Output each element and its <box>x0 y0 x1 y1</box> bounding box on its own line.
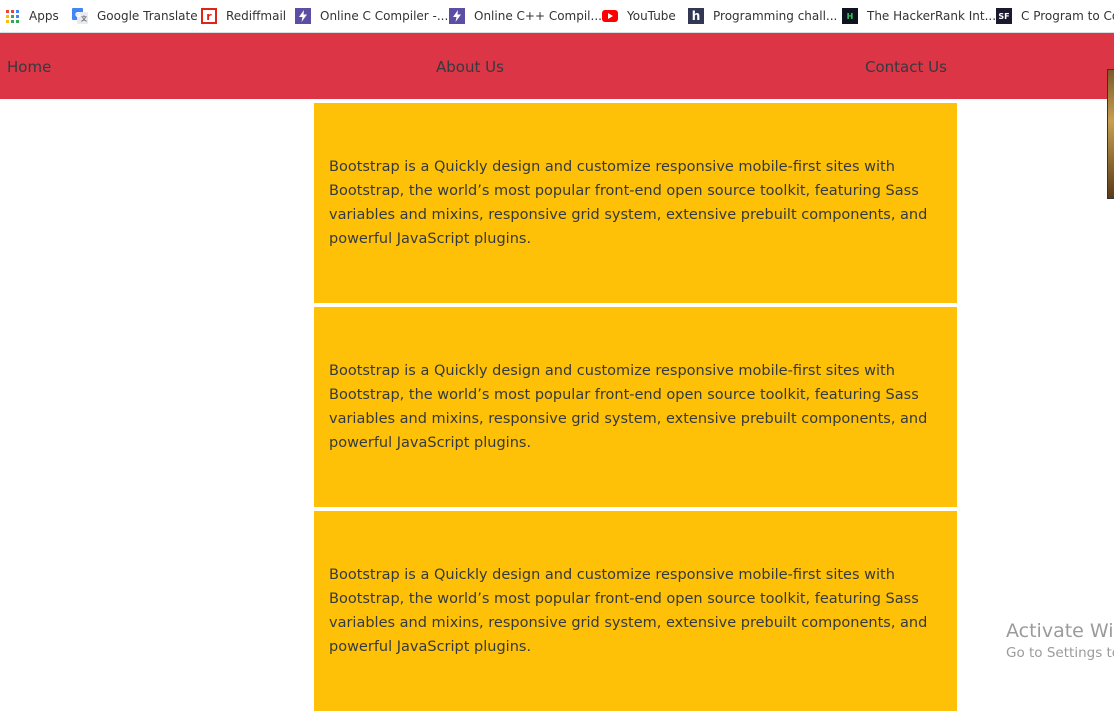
sf-icon: SF <box>996 8 1012 24</box>
bookmark-youtube[interactable]: YouTube <box>602 0 676 32</box>
hackerearth-icon: h <box>688 8 704 24</box>
bolt-icon <box>295 8 311 24</box>
bookmark-google-translate[interactable]: G文 Google Translate <box>72 0 198 32</box>
bookmark-programming-challenges[interactable]: h Programming chall... <box>688 0 838 32</box>
svg-text:文: 文 <box>80 15 88 23</box>
bookmark-label: Programming chall... <box>713 9 838 23</box>
content-card: Bootstrap is a Quickly design and custom… <box>314 307 957 507</box>
bookmark-hackerrank[interactable]: H The HackerRank Int... <box>842 0 997 32</box>
content-card: Bootstrap is a Quickly design and custom… <box>314 103 957 303</box>
bookmarks-bar: Apps G文 Google Translate r Rediffmail On… <box>0 0 1114 33</box>
card-text: Bootstrap is a Quickly design and custom… <box>329 159 928 247</box>
bookmark-label: C Program to Cor <box>1021 9 1114 23</box>
navbar: Home About Us Contact Us <box>0 33 1114 99</box>
nav-link-contact-us[interactable]: Contact Us <box>865 33 947 99</box>
watermark-title: Activate Wir <box>1006 620 1114 642</box>
bookmark-label: Online C Compiler -... <box>320 9 449 23</box>
bookmark-online-cpp-compiler[interactable]: Online C++ Compil... <box>449 0 602 32</box>
bookmark-online-c-compiler[interactable]: Online C Compiler -... <box>295 0 449 32</box>
bolt-icon <box>449 8 465 24</box>
page-edge-thumbnail <box>1107 69 1114 199</box>
card-text: Bootstrap is a Quickly design and custom… <box>329 567 928 655</box>
bookmark-c-program[interactable]: SF C Program to Cor <box>996 0 1114 32</box>
google-translate-icon: G文 <box>72 8 88 24</box>
nav-link-about-us[interactable]: About Us <box>436 33 504 99</box>
bookmark-label: Google Translate <box>97 9 198 23</box>
bookmark-label: Online C++ Compil... <box>474 9 602 23</box>
bookmark-label: YouTube <box>627 9 676 23</box>
bookmark-apps[interactable]: Apps <box>6 0 59 32</box>
nav-link-home[interactable]: Home <box>7 33 51 99</box>
bookmark-label: Rediffmail <box>226 9 287 23</box>
youtube-icon <box>602 8 618 24</box>
content-card: Bootstrap is a Quickly design and custom… <box>314 511 957 711</box>
bookmark-label: The HackerRank Int... <box>867 9 997 23</box>
hackerrank-icon: H <box>842 8 858 24</box>
card-text: Bootstrap is a Quickly design and custom… <box>329 363 928 451</box>
rediffmail-icon: r <box>201 8 217 24</box>
apps-grid-icon <box>6 9 19 23</box>
bookmark-label: Apps <box>29 9 59 23</box>
windows-activation-watermark: Activate Wir Go to Settings to <box>1006 620 1114 664</box>
watermark-subtitle: Go to Settings to <box>1006 645 1114 661</box>
bookmark-rediffmail[interactable]: r Rediffmail <box>201 0 287 32</box>
